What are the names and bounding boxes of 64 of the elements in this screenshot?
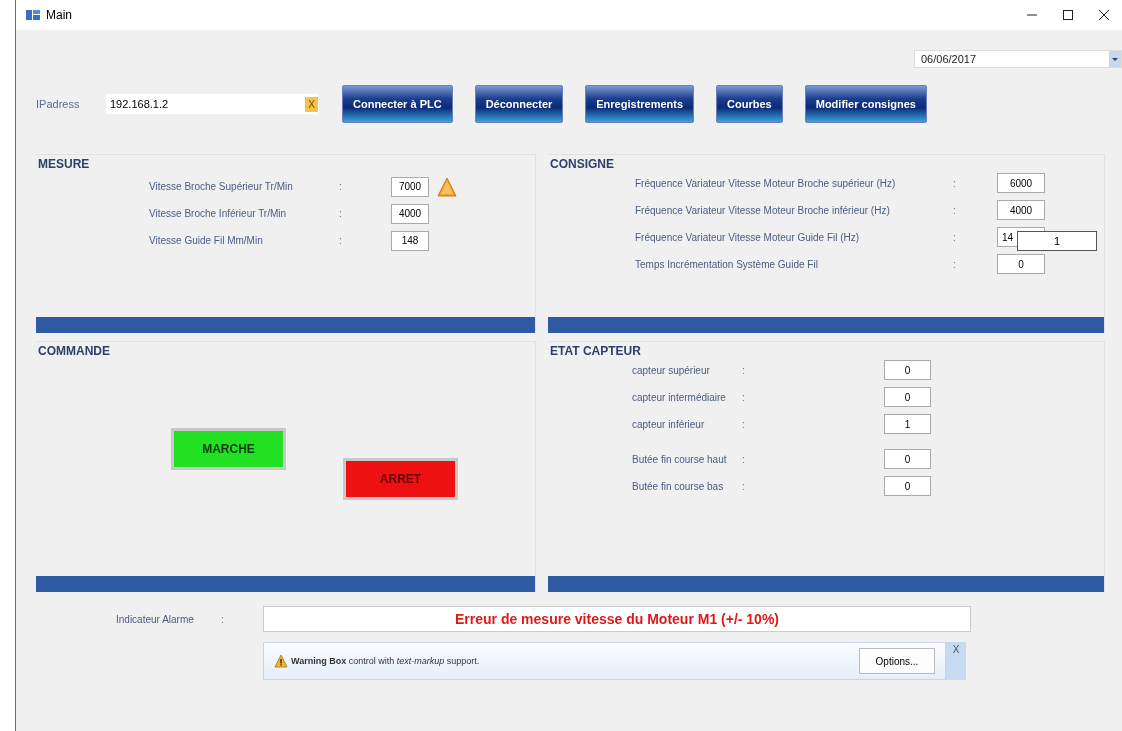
toolbar-button[interactable]: Déconnecter bbox=[474, 85, 564, 123]
toolbar-button[interactable]: Modifier consignes bbox=[804, 85, 927, 123]
value-field[interactable]: 148 bbox=[391, 230, 429, 251]
start-button[interactable]: MARCHE bbox=[171, 428, 286, 470]
options-button[interactable]: Options... bbox=[859, 648, 935, 674]
value-field[interactable]: 4000 bbox=[997, 200, 1045, 220]
separator: : bbox=[742, 391, 746, 403]
clear-button[interactable]: X bbox=[305, 96, 318, 112]
toolbar-button[interactable]: Connecter à PLC bbox=[342, 85, 453, 123]
field-label: Indicateur Alarme bbox=[115, 613, 195, 625]
close-icon bbox=[1099, 10, 1109, 20]
field-label: Butée fin course bas bbox=[632, 480, 725, 492]
section-title: ETAT CAPTEUR bbox=[549, 343, 642, 358]
window-title: Main bbox=[46, 8, 72, 22]
section-title: MESURE bbox=[37, 156, 91, 171]
field-label: capteur intermédiaire bbox=[632, 391, 727, 403]
app-icon bbox=[26, 9, 40, 21]
field-label: Temps Incrémentation Système Guide Fil bbox=[635, 258, 819, 270]
field-label: capteur supérieur bbox=[632, 364, 711, 376]
toolbar-button[interactable]: Courbes bbox=[716, 85, 783, 123]
separator: : bbox=[339, 235, 343, 246]
separator: : bbox=[953, 231, 957, 243]
separator: : bbox=[953, 177, 957, 189]
field-label: Vitesse Guide Fil Mm/Min bbox=[149, 235, 264, 246]
ip-address-label: IPadress bbox=[36, 98, 81, 110]
field-label: Vitesse Broche Inférieur Tr/Min bbox=[149, 208, 288, 219]
section-title: CONSIGNE bbox=[549, 156, 615, 171]
field-label: Butée fin course haut bbox=[632, 453, 728, 465]
value-field[interactable]: 0 bbox=[884, 449, 931, 469]
warning-text: Warning Box control with text-markup support. bbox=[291, 656, 481, 666]
field-label: Vitesse Broche Supérieur Tr/Min bbox=[149, 181, 294, 192]
separator: : bbox=[953, 204, 957, 216]
date-picker[interactable]: 06/06/2017 bbox=[914, 50, 1122, 68]
value-field[interactable]: 0 bbox=[884, 360, 931, 380]
close-button[interactable]: X bbox=[946, 642, 966, 680]
value-field[interactable]: 1 bbox=[884, 414, 931, 434]
separator: : bbox=[742, 453, 746, 465]
caret-icon bbox=[1112, 57, 1118, 61]
separator: : bbox=[221, 613, 225, 625]
separator: : bbox=[953, 258, 957, 270]
warning-icon bbox=[437, 176, 457, 197]
alarm-message: Erreur de mesure vitesse du Moteur M1 (+/- 10%) bbox=[263, 606, 971, 632]
value-field[interactable]: 7000 bbox=[391, 176, 429, 197]
value-tooltip: 1 bbox=[1017, 231, 1097, 251]
maximize-icon bbox=[1063, 10, 1073, 20]
ip-address-field[interactable]: 192.168.1.2 X bbox=[106, 94, 319, 114]
section-title: COMMANDE bbox=[37, 343, 111, 358]
value-field[interactable]: 6000 bbox=[997, 173, 1045, 193]
field-label: Fréquence Variateur Vitesse Moteur Broche supérieur (Hz) bbox=[635, 177, 897, 189]
separator: : bbox=[742, 364, 746, 376]
dropdown-button[interactable] bbox=[1109, 51, 1121, 67]
toolbar-button[interactable]: Enregistrements bbox=[585, 85, 695, 123]
value-field[interactable]: 0 bbox=[884, 387, 931, 407]
separator: : bbox=[339, 208, 343, 219]
field-label: Fréquence Variateur Vitesse Moteur Guide Fil (Hz) bbox=[635, 231, 861, 243]
separator: : bbox=[339, 181, 343, 192]
separator: : bbox=[742, 418, 746, 430]
value-field[interactable]: 4000 bbox=[391, 203, 429, 224]
warning-icon bbox=[274, 654, 288, 668]
field-label: capteur inférieur bbox=[632, 418, 706, 430]
value-field[interactable]: 0 bbox=[997, 254, 1045, 274]
field-label: Fréquence Variateur Vitesse Moteur Broche inférieur (Hz) bbox=[635, 204, 891, 216]
separator: : bbox=[742, 480, 746, 492]
value-field[interactable]: 0 bbox=[884, 476, 931, 496]
